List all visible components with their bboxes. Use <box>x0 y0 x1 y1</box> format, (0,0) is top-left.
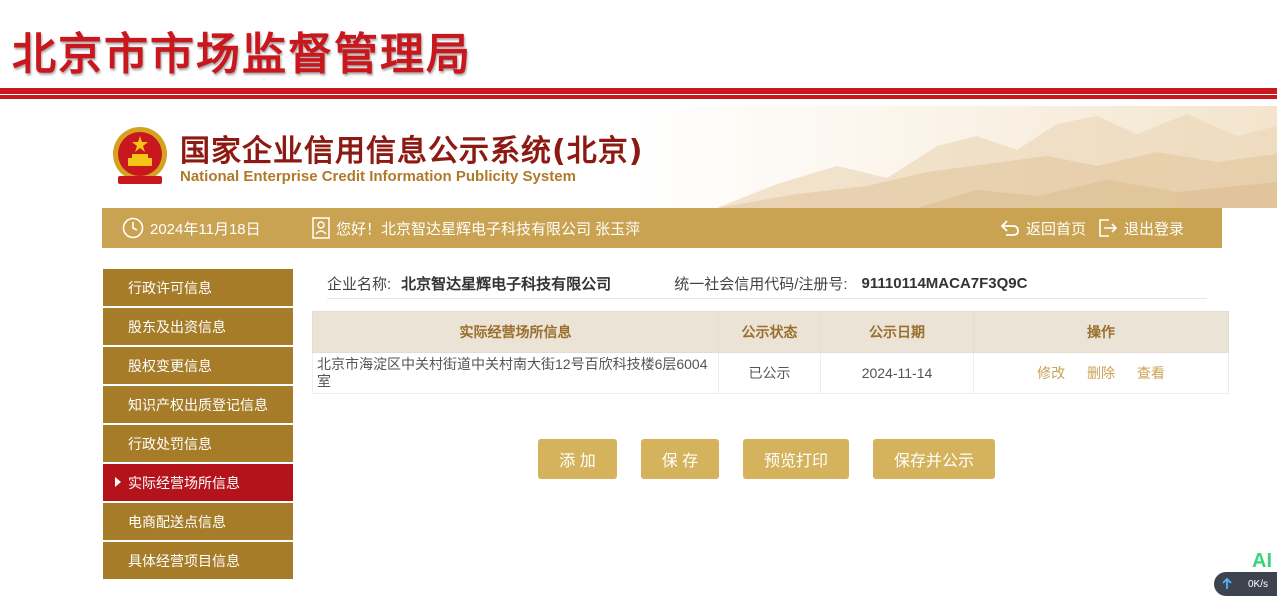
sidebar-item-label: 股权变更信息 <box>128 357 212 374</box>
save-publish-button[interactable]: 保存并公示 <box>873 439 995 479</box>
system-banner: 国家企业信用信息公示系统(北京) National Enterprise Cre… <box>102 106 1277 208</box>
col-header-actions: 操作 <box>973 311 1229 353</box>
bureau-title: 北京市市场监督管理局 <box>12 29 472 80</box>
premises-table: 实际经营场所信息 公示状态 公示日期 操作 北京市海淀区中关村街道中关村南大街1… <box>312 311 1229 394</box>
view-link[interactable]: 查看 <box>1137 365 1165 381</box>
date-display: 2024年11月18日 <box>122 208 261 248</box>
sidebar-item-label: 电商配送点信息 <box>128 513 226 530</box>
user-card-icon <box>312 217 330 239</box>
company-name: 北京智达星辉电子科技有限公司 <box>401 275 612 293</box>
sidebar-item-label: 知识产权出质登记信息 <box>128 396 268 413</box>
return-arrow-icon <box>1000 220 1019 236</box>
publish-status: 已公示 <box>718 352 821 394</box>
sidebar-item-ip-pledge[interactable]: 知识产权出质登记信息 <box>103 386 293 423</box>
sidebar-item-label: 行政处罚信息 <box>128 435 212 452</box>
national-emblem-icon <box>113 127 167 184</box>
upload-arrow-icon <box>1222 577 1232 589</box>
preview-print-button[interactable]: 预览打印 <box>743 439 849 479</box>
system-title-en: National Enterprise Credit Information P… <box>180 168 576 185</box>
sidebar-item-label: 具体经营项目信息 <box>128 552 240 569</box>
col-header-status: 公示状态 <box>718 311 821 353</box>
sidebar-nav: 行政许可信息 股东及出资信息 股权变更信息 知识产权出质登记信息 行政处罚信息 … <box>103 269 293 581</box>
add-button[interactable]: 添 加 <box>538 439 617 479</box>
ai-assistant-badge[interactable]: AI <box>1252 550 1272 573</box>
mountain-landscape-decoration <box>717 114 1277 208</box>
logout-link[interactable]: 退出登录 <box>1098 208 1184 248</box>
edit-link[interactable]: 修改 <box>1037 365 1065 381</box>
credit-code: 91110114MACA7F3Q9C <box>861 274 1028 292</box>
net-speed-text: 0K/s <box>1248 578 1269 590</box>
credit-code-label: 统一社会信用代码/注册号: <box>674 275 848 293</box>
delete-link[interactable]: 删除 <box>1087 365 1115 381</box>
logout-icon <box>1099 219 1118 237</box>
sidebar-item-business-projects[interactable]: 具体经营项目信息 <box>103 542 293 579</box>
premises-address: 北京市海淀区中关村街道中关村南大街12号百欣科技楼6层6004室 <box>312 352 719 394</box>
company-info: 企业名称: 北京智达星辉电子科技有限公司 统一社会信用代码/注册号: 91110… <box>327 268 1207 299</box>
system-title-cn: 国家企业信用信息公示系统(北京) <box>180 134 644 169</box>
date-text: 2024年11月18日 <box>150 220 261 238</box>
company-name-label: 企业名称: <box>327 275 392 293</box>
sidebar-item-ecommerce-delivery[interactable]: 电商配送点信息 <box>103 503 293 540</box>
sidebar-item-label: 股东及出资信息 <box>128 318 226 335</box>
sidebar-item-shareholders[interactable]: 股东及出资信息 <box>103 308 293 345</box>
sidebar-item-equity-change[interactable]: 股权变更信息 <box>103 347 293 384</box>
sidebar-item-business-premises[interactable]: 实际经营场所信息 <box>103 464 293 501</box>
logout-link-label: 退出登录 <box>1124 220 1185 238</box>
caret-right-icon <box>115 477 121 487</box>
home-link-label: 返回首页 <box>1026 220 1087 238</box>
sidebar-item-admin-penalty[interactable]: 行政处罚信息 <box>103 425 293 462</box>
greeting: 您好！北京智达星辉电子科技有限公司 张玉萍 <box>312 208 640 248</box>
col-header-date: 公示日期 <box>820 311 974 353</box>
table-header-row: 实际经营场所信息 公示状态 公示日期 操作 <box>312 311 1229 353</box>
col-header-premises: 实际经营场所信息 <box>312 311 719 353</box>
sidebar-item-label: 行政许可信息 <box>128 279 212 296</box>
home-link[interactable]: 返回首页 <box>1000 208 1086 248</box>
sidebar-item-admin-license[interactable]: 行政许可信息 <box>103 269 293 306</box>
save-button[interactable]: 保 存 <box>641 439 719 479</box>
info-bar: 2024年11月18日 您好！北京智达星辉电子科技有限公司 张玉萍 返回首页 退… <box>102 208 1222 248</box>
header-divider <box>0 88 1277 99</box>
sidebar-item-label: 实际经营场所信息 <box>128 474 240 491</box>
greeting-text: 您好！北京智达星辉电子科技有限公司 张玉萍 <box>336 220 641 238</box>
publish-date: 2024-11-14 <box>820 352 974 394</box>
network-speed-widget[interactable]: 0K/s <box>1214 572 1277 596</box>
bureau-header: 北京市市场监督管理局 <box>0 0 1277 100</box>
table-row: 北京市海淀区中关村街道中关村南大街12号百欣科技楼6层6004室 已公示 202… <box>312 352 1229 394</box>
clock-icon <box>122 217 144 239</box>
row-actions: 修改 删除 查看 <box>973 352 1229 394</box>
